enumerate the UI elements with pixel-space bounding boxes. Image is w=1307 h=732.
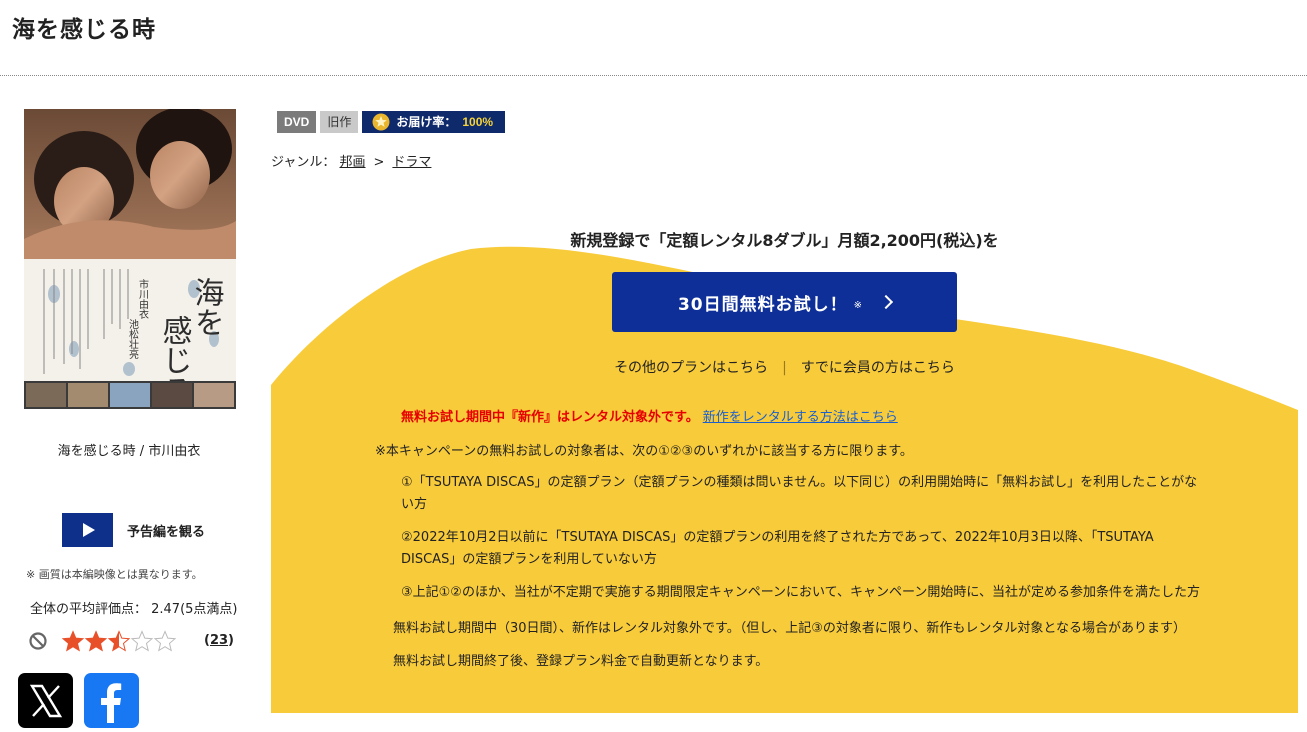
link-separator: | <box>782 360 787 376</box>
plan-links: その他のプランはこちら | すでに会員の方はこちら <box>271 357 1298 377</box>
genre-label: ジャンル： <box>271 155 336 170</box>
warning-text: 無料お試し期間中『新作』はレンタル対象外です。 <box>401 410 699 425</box>
cover-title-col1: 海を <box>189 277 224 337</box>
condition-2: ②2022年10月2日以前に「TSUTAYA DISCAS」の定額プランの利用を… <box>401 530 1154 567</box>
chevron-right-icon <box>878 294 894 310</box>
free-trial-button[interactable]: 30日間無料お試し！ ※ <box>612 272 957 332</box>
star-full <box>62 631 84 651</box>
badge-age: 旧作 <box>320 111 359 133</box>
gold-star-icon <box>372 113 390 131</box>
review-count-link[interactable]: 23 <box>210 633 228 648</box>
facebook-share-button[interactable] <box>84 673 139 728</box>
condition-1: ①「TSUTAYA DISCAS」の定額プラン（定額プランの種類は問いません。以… <box>401 475 1198 512</box>
trial-period-note: 無料お試し期間中（30日間）、新作はレンタル対象外です。（但し、上記③の対象者に… <box>393 621 1186 636</box>
average-rating: 全体の平均評価点： 2.47(5点満点) <box>30 602 238 617</box>
rating-stars <box>62 631 176 651</box>
new-release-rental-link[interactable]: 新作をレンタルする方法はこちら <box>703 410 898 425</box>
genre-link-hogaku[interactable]: 邦画 <box>340 155 366 170</box>
delivery-value: 100% <box>462 115 494 129</box>
x-share-button[interactable] <box>18 673 73 728</box>
member-login-link[interactable]: すでに会員の方はこちら <box>801 360 955 376</box>
star-empty <box>131 631 153 651</box>
badge-format: DVD <box>277 111 317 133</box>
genre-breadcrumb: ジャンル： 邦画 > ドラマ <box>271 151 431 170</box>
star-empty <box>154 631 176 651</box>
quality-note: ※ 画質は本編映像とは異なります。 <box>26 568 203 581</box>
star-half <box>108 631 130 651</box>
x-logo-icon <box>29 684 62 717</box>
promo-headline: 新規登録で「定額レンタル8ダブル」月額2,200円(税込)を <box>570 231 999 250</box>
product-caption: 海を感じる時 / 市川由衣 <box>57 444 201 459</box>
product-badges: DVD 旧作 お届け率： 100% <box>277 111 506 133</box>
rating-row: (23) <box>26 627 246 655</box>
trailer-label: 予告編を観る <box>127 524 206 540</box>
badge-delivery-rate: お届け率： 100% <box>362 111 506 133</box>
condition-3: ③上記①②のほか、当社が不定期で実施する期間限定キャンペーンにおいて、キャンペー… <box>401 585 1200 600</box>
new-release-warning: 無料お試し期間中『新作』はレンタル対象外です。 新作をレンタルする方法はこちら <box>401 406 898 425</box>
review-count[interactable]: (23) <box>204 633 234 648</box>
cover-cast-1: 市川由衣 <box>137 278 149 320</box>
cover-image[interactable]: 海を 感じる時 市川由衣 池松壮亮 <box>24 109 236 409</box>
genre-link-drama[interactable]: ドラマ <box>392 155 431 170</box>
genre-separator: > <box>373 155 385 170</box>
campaign-note: ※本キャンペーンの無料お試しの対象者は、次の①②③のいずれかに該当する方に限りま… <box>375 444 913 459</box>
play-icon[interactable] <box>62 513 113 547</box>
facebook-logo-icon <box>100 682 121 723</box>
free-trial-note-mark: ※ <box>853 299 864 311</box>
auto-renew-note: 無料お試し期間終了後、登録プラン料金で自動更新となります。 <box>393 654 769 669</box>
trailer-button[interactable]: 予告編を観る <box>62 513 205 547</box>
page-title: 海を感じる時 <box>12 17 156 43</box>
free-trial-label: 30日間無料お試し！ <box>677 294 848 315</box>
other-plans-link[interactable]: その他のプランはこちら <box>614 360 768 376</box>
header-divider <box>0 75 1307 76</box>
delivery-label: お届け率： <box>396 115 457 129</box>
star-full <box>85 631 107 651</box>
ban-icon[interactable] <box>28 631 48 651</box>
cover-cast-2: 池松壮亮 <box>127 318 139 360</box>
